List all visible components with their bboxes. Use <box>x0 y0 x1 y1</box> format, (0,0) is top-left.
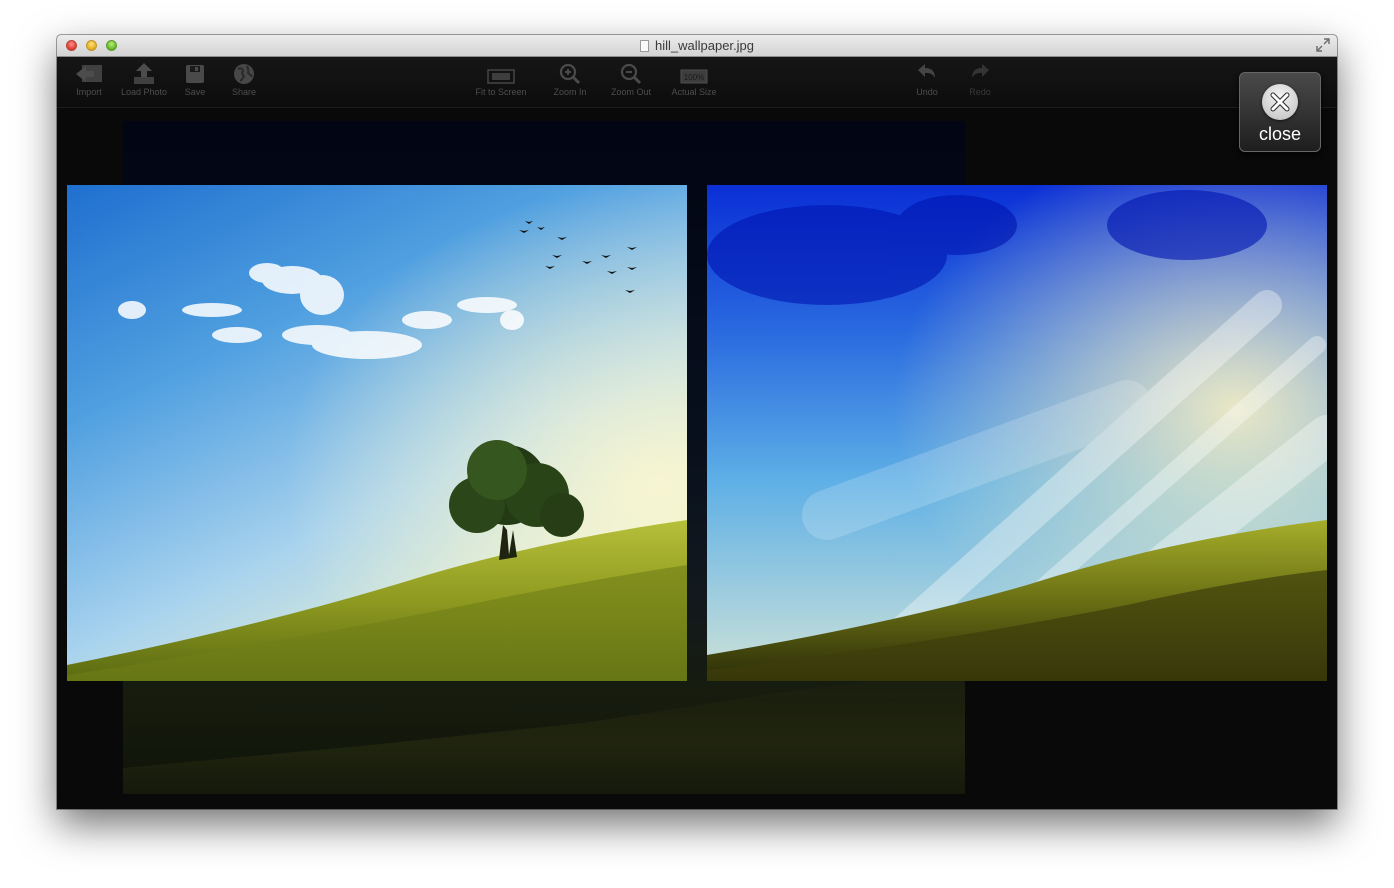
save-button[interactable]: Save <box>181 57 209 107</box>
close-x-icon <box>1262 84 1298 120</box>
edited-photo <box>707 185 1327 681</box>
title-bar: hill_wallpaper.jpg <box>57 35 1337 57</box>
original-photo <box>67 185 687 681</box>
zoom-out-button[interactable]: Zoom Out <box>609 57 653 107</box>
redo-arrow-icon <box>972 64 989 78</box>
window-title-group: hill_wallpaper.jpg <box>57 35 1337 56</box>
fit-to-screen-label: Fit to Screen <box>475 87 527 97</box>
actual-size-label: Actual Size <box>671 87 717 97</box>
actual-size-button[interactable]: 100% Actual Size <box>667 57 721 107</box>
import-icon <box>76 65 102 82</box>
load-photo-button[interactable]: Load Photo <box>119 57 169 107</box>
load-photo-label: Load Photo <box>120 87 168 97</box>
actual-size-icon: 100% <box>680 69 708 84</box>
undo-arrow-icon <box>918 64 935 78</box>
share-button[interactable]: Share <box>229 57 259 107</box>
import-button[interactable]: Import <box>73 57 105 107</box>
floppy-disk-icon <box>186 65 204 83</box>
redo-button[interactable]: Redo <box>965 57 995 107</box>
close-comparison-button[interactable]: close <box>1239 72 1321 152</box>
zoom-in-button[interactable]: Zoom In <box>549 57 591 107</box>
save-label: Save <box>184 87 206 97</box>
zoom-out-label: Zoom Out <box>610 87 651 97</box>
fit-to-screen-button[interactable]: Fit to Screen <box>471 57 531 107</box>
fit-screen-icon <box>487 69 515 84</box>
undo-label: Undo <box>916 87 938 97</box>
app-window: hill_wallpaper.jpg Import Load Photo Sav… <box>57 35 1337 809</box>
actual-size-badge: 100% <box>684 73 704 82</box>
import-label: Import <box>76 87 102 97</box>
close-label: close <box>1258 124 1302 144</box>
redo-label: Redo <box>969 87 991 97</box>
fullscreen-icon[interactable] <box>1316 38 1330 52</box>
zoom-in-label: Zoom In <box>553 87 587 97</box>
globe-icon <box>234 64 254 84</box>
share-label: Share <box>231 87 257 97</box>
undo-button[interactable]: Undo <box>911 57 943 107</box>
toolbar: Import Load Photo Save Share Fit to Scre… <box>57 57 1337 108</box>
window-title: hill_wallpaper.jpg <box>654 38 754 53</box>
upload-icon <box>134 63 154 84</box>
magnifier-minus-icon <box>620 63 642 85</box>
document-icon <box>639 39 649 52</box>
magnifier-plus-icon <box>559 63 581 85</box>
